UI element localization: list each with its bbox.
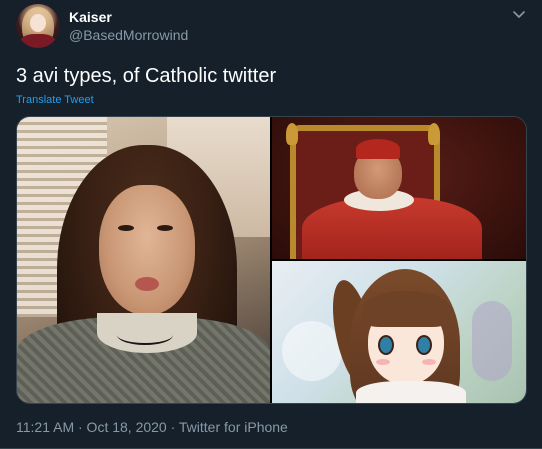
background-blur	[472, 301, 512, 381]
left-blush	[376, 359, 390, 365]
avatar-dress	[20, 34, 56, 48]
right-eye	[416, 335, 432, 355]
background-light	[282, 321, 342, 381]
chevron-down-icon[interactable]	[511, 8, 527, 22]
user-handle[interactable]: @BasedMorrowind	[69, 27, 188, 43]
bangs	[362, 291, 450, 327]
tweet-timestamp[interactable]: 11:21 AM · Oct 18, 2020 · Twitter for iP…	[16, 419, 288, 435]
red-cap	[356, 139, 400, 159]
left-eye	[378, 335, 394, 355]
display-name[interactable]: Kaiser	[69, 9, 112, 25]
shirt	[356, 381, 466, 403]
avatar[interactable]	[16, 4, 60, 48]
left-eye	[118, 225, 134, 231]
right-blush	[422, 359, 436, 365]
face	[99, 185, 195, 315]
translate-tweet-link[interactable]: Translate Tweet	[16, 94, 94, 106]
tweet-text: 3 avi types, of Catholic twitter	[16, 65, 277, 87]
media-grid	[16, 116, 527, 404]
photo-anime[interactable]	[272, 261, 526, 403]
right-eye	[157, 225, 173, 231]
throne-finial-left	[286, 123, 298, 145]
photo-painting[interactable]	[272, 117, 526, 259]
necklace	[117, 325, 173, 345]
photo-selfie[interactable]	[17, 117, 270, 403]
throne-finial-right	[428, 123, 440, 145]
avatar-face	[30, 14, 46, 32]
lips	[135, 277, 159, 291]
tweet: Kaiser @BasedMorrowind 3 avi types, of C…	[0, 0, 542, 449]
